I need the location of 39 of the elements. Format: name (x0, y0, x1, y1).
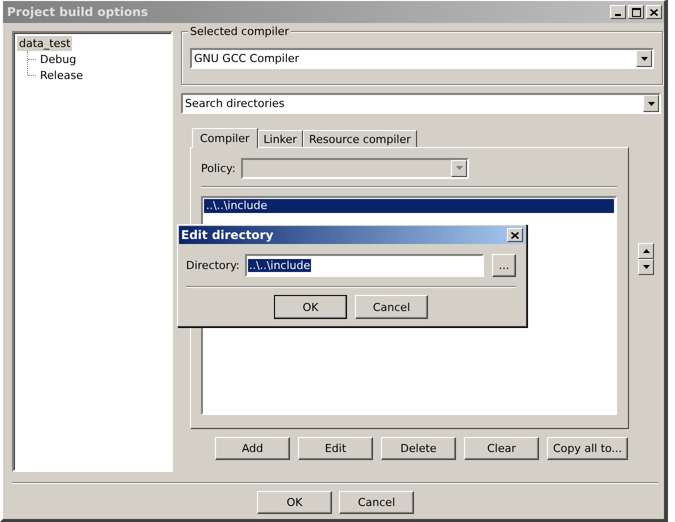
tree-item[interactable]: Release (38, 68, 85, 82)
move-up-button[interactable] (638, 243, 654, 259)
list-item[interactable]: ..\..\include (204, 199, 614, 213)
group-label: Selected compiler (188, 25, 292, 38)
list-button[interactable]: Edit (298, 437, 373, 460)
close-icon (650, 8, 658, 16)
policy-label: Policy: (201, 162, 237, 174)
minimize-button[interactable] (610, 5, 626, 19)
caret-icon (642, 265, 650, 269)
tab[interactable]: Linker (258, 130, 303, 147)
tree-item[interactable]: data_test (17, 36, 72, 51)
caret-icon (640, 56, 648, 60)
tab[interactable]: Resource compiler (302, 130, 417, 147)
tree-item[interactable]: Debug (38, 52, 78, 66)
maximize-button[interactable] (628, 5, 644, 19)
dialog-button[interactable]: Cancel (339, 491, 414, 514)
close-icon (511, 232, 519, 238)
browse-button[interactable]: ... (492, 254, 516, 277)
tab[interactable]: Compiler (192, 128, 258, 148)
section-dropdown[interactable]: Search directories (181, 93, 661, 114)
move-down-button[interactable] (638, 259, 654, 275)
directory-field[interactable]: ..\..\include (245, 254, 484, 277)
compiler-dropdown[interactable]: GNU GCC Compiler (190, 48, 654, 69)
list-button[interactable]: Copy all to... (547, 437, 628, 460)
caret-icon (456, 166, 462, 170)
dialog-button[interactable]: Cancel (355, 295, 428, 319)
up-arrow-icon (642, 249, 650, 253)
dialog-button[interactable]: OK (274, 295, 347, 319)
list-button[interactable]: Delete (381, 437, 456, 460)
directory-label: Directory: (186, 259, 241, 272)
dialog-title: Edit directory (181, 228, 274, 242)
caret-icon (648, 102, 654, 106)
close-button[interactable] (646, 5, 662, 19)
list-button[interactable]: Clear (464, 437, 539, 460)
close-button[interactable] (507, 228, 523, 242)
maximize-icon (632, 8, 640, 16)
window-title: Project build options (7, 5, 149, 19)
dialog-button[interactable]: OK (257, 491, 332, 514)
list-button[interactable]: Add (215, 437, 290, 460)
